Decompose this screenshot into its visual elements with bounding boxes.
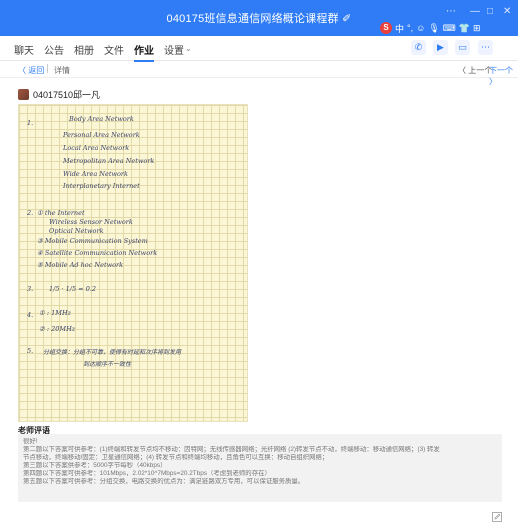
- q2-line: ⑤ Mobile Ad hoc Network: [37, 261, 124, 269]
- breadcrumb: 〈 返回 详情 〈 上一个 下一个 〉: [0, 61, 518, 86]
- q1-line: Local Area Network: [63, 144, 130, 152]
- q4-number: 4.: [27, 311, 34, 319]
- q3-number: 3.: [27, 285, 34, 293]
- q1-line: Wide Area Network: [63, 170, 128, 178]
- comment-line: 很好!: [23, 438, 38, 445]
- tab-homework[interactable]: 作业: [134, 42, 154, 62]
- comment-line: 节点移动，终端移动/固定：卫星通信网络；(4) 转发节点和终端均移动，且角色可以…: [23, 454, 329, 461]
- q3-answer: 1/5 · 1/5 ≈ 0.2: [49, 285, 97, 293]
- phone-icon[interactable]: ✆: [411, 40, 426, 55]
- sogou-logo-icon[interactable]: S: [380, 22, 392, 34]
- comment-line: 第五题以下答案可供参考：分组交换，电路交换的优点为：满足链路双方专用，可以保证服…: [23, 478, 305, 485]
- tab-files[interactable]: 文件: [104, 42, 124, 57]
- q2-line: Optical Network: [49, 227, 104, 235]
- teacher-comment-box: 很好! 第二题以下答案可供参考：(1)终端和转发节点均不移动：因特网；无线传感器…: [18, 434, 502, 502]
- maximize-button[interactable]: □: [487, 6, 493, 17]
- q1-line: Personal Area Network: [63, 131, 140, 139]
- more-options-button[interactable]: ⋯: [446, 6, 456, 17]
- tab-settings[interactable]: 设置: [164, 42, 184, 57]
- ime-punct-toggle[interactable]: °,: [407, 23, 413, 33]
- avatar: [18, 88, 29, 100]
- comment-line: 第三题以下答案供参考：5000字节每秒（40kbps）: [23, 462, 167, 469]
- more-icon[interactable]: ⋯: [478, 40, 493, 55]
- q4-answer: ① : 1MHz: [39, 309, 72, 317]
- next-link[interactable]: 下一个 〉: [489, 65, 518, 87]
- close-button[interactable]: ✕: [503, 6, 511, 17]
- breadcrumb-divider: [47, 64, 48, 73]
- q1-line: Interplanetary Internet: [63, 182, 140, 190]
- ime-emoji-icon[interactable]: ☺: [416, 23, 425, 33]
- tab-announcement[interactable]: 公告: [44, 42, 64, 57]
- breadcrumb-current: 详情: [54, 66, 70, 75]
- q5-answer: 到达顺序不一致性: [83, 361, 132, 368]
- q2-number: 2.: [27, 209, 34, 217]
- q1-line: Body Area Network: [69, 115, 134, 123]
- q1-number: 1.: [27, 119, 34, 127]
- q5-answer: 分组交换：分组不可靠，使得有时延和次序将到发用: [43, 349, 182, 356]
- homework-image[interactable]: 1. Body Area Network Personal Area Netwo…: [18, 104, 248, 422]
- q2-line: ④ Satellite Communication Network: [37, 249, 158, 257]
- screen-share-icon[interactable]: ▭: [455, 40, 470, 55]
- edit-icon[interactable]: [492, 512, 502, 522]
- q2-line: ③ Mobile Communication System: [37, 237, 148, 245]
- ime-skin-icon[interactable]: 👕: [459, 23, 470, 34]
- student-name: 04017510邱一凡: [33, 89, 101, 100]
- q4-answer: ② : 20MHz: [39, 325, 76, 333]
- q2-line: ① the Internet: [37, 209, 85, 217]
- comment-line: 第四题以下答案可供参考：101Mbps，2.02*10^7Mbps=20.2Tb…: [23, 470, 271, 477]
- q1-line: Metropolitan Area Network: [63, 157, 155, 165]
- comment-line: 第二题以下答案可供参考：(1)终端和转发节点均不移动：因特网；无线传感器网络；光…: [23, 446, 440, 453]
- back-link[interactable]: 〈 返回: [18, 65, 44, 76]
- ime-toolbox-icon[interactable]: ⊞: [473, 23, 481, 34]
- ime-keyboard-icon[interactable]: ⌨: [443, 23, 456, 34]
- video-icon[interactable]: ▶: [433, 40, 448, 55]
- minimize-button[interactable]: —: [470, 6, 480, 17]
- ime-lang-toggle[interactable]: 中: [395, 22, 404, 35]
- tab-chat[interactable]: 聊天: [14, 42, 34, 57]
- ime-toolbar[interactable]: S 中 °, ☺ 🎙 ⌨ 👕 ⊞: [380, 22, 481, 34]
- ime-voice-icon[interactable]: 🎙: [428, 23, 439, 34]
- q2-line: Wireless Sensor Network: [49, 218, 133, 226]
- student-header: 04017510邱一凡: [18, 87, 100, 101]
- q5-number: 5.: [27, 347, 34, 355]
- prev-link[interactable]: 〈 上一个: [458, 65, 492, 76]
- chevron-down-icon[interactable]: ⌄: [185, 44, 192, 53]
- tab-album[interactable]: 相册: [74, 42, 94, 57]
